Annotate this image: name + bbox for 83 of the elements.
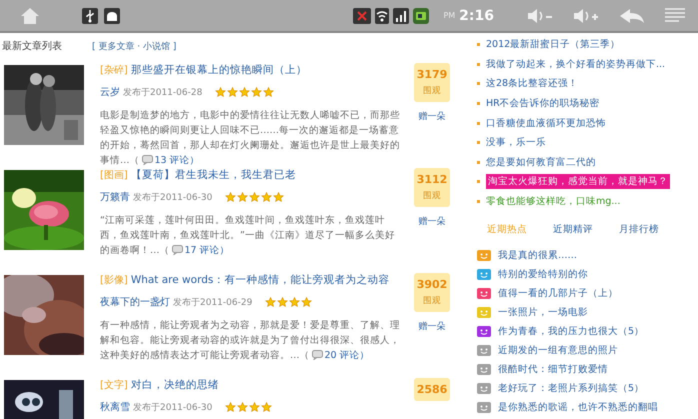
star-icon (249, 402, 260, 412)
star-icon (239, 87, 250, 97)
article-title[interactable]: 那些盛开在银幕上的惊艳瞬间（上） (130, 63, 307, 77)
hot-article-link[interactable]: 特别的爱给特别的你 (498, 268, 588, 282)
sidebar-tab[interactable]: 月排行榜 (619, 223, 659, 236)
star-icon (277, 297, 288, 307)
article-excerpt: 有一种感情，能让旁观者为之动容，那就是爱！爱是尊重、了解、理解和包容。能让旁观者动容的或许就是为了曾付出得很深、很感人，这种美好的感情表达才可能让旁观者动容。…（ 20 评论） (100, 319, 400, 363)
usb-icon (82, 8, 98, 24)
author-link[interactable]: 云岁 (100, 85, 120, 99)
hot-article-link[interactable]: 是你熟悉的歌谣，也许不熟悉的翻唱 (498, 401, 658, 414)
star-icon (289, 297, 300, 307)
volume-up-icon[interactable] (572, 6, 600, 24)
comment-icon (142, 155, 152, 166)
star-icon (225, 402, 236, 412)
star-icon (261, 402, 272, 412)
star-icon (227, 87, 238, 97)
more-link[interactable]: [ 更多文章 · 小说馆 ] (92, 40, 176, 52)
hot-article-link[interactable]: 很酷时代：细节打败爱情 (498, 363, 608, 376)
publish-date: 发布于2011-06-30 (133, 402, 212, 414)
author-link[interactable]: 秋离雪 (100, 400, 130, 414)
gift-link[interactable]: 赠一朵 (418, 215, 446, 228)
hot-article-link[interactable]: 近期发的一组有意思的照片 (498, 344, 618, 358)
signal-icon (393, 8, 410, 24)
view-count: 3112 (416, 173, 448, 186)
clock-suffix: PM (443, 11, 456, 20)
article-link[interactable]: HR不会告诉你的职场秘密 (486, 97, 600, 110)
star-icon (225, 192, 236, 202)
star-icon (215, 87, 226, 97)
star-icon (301, 297, 312, 307)
hot-article-link[interactable]: 作为青春，我的压力也很大（5） (498, 325, 644, 338)
comments-link[interactable]: 20 评论） (324, 350, 370, 361)
view-count: 3902 (416, 278, 448, 291)
star-icon (265, 297, 276, 307)
author-link[interactable]: 夜幕下的一盏灯 (100, 295, 170, 309)
publish-date: 发布于2011-06-29 (173, 296, 252, 308)
article-title[interactable]: 【夏荷】君生我未生，我生君已老 (130, 168, 296, 182)
view-count: 3179 (416, 68, 448, 81)
article-link[interactable]: 您是要如何教育富二代的 (486, 156, 596, 169)
comment-icon (172, 245, 182, 256)
comments-link[interactable]: 13 评论） (154, 155, 200, 166)
author-link[interactable]: 万籁青 (100, 190, 130, 204)
menu-icon[interactable] (664, 6, 686, 24)
view-count-label: 围观 (423, 85, 441, 97)
gift-link[interactable]: 赠一朵 (418, 110, 446, 123)
publish-date: 发布于2011-06-30 (133, 192, 212, 204)
view-count-label: 围观 (423, 190, 441, 202)
home-icon[interactable] (20, 6, 40, 26)
article-link[interactable]: 没事，乐一乐 (486, 136, 546, 150)
comments-link[interactable]: 17 评论） (184, 245, 230, 256)
sidebar-tab[interactable]: 近期精评 (553, 223, 593, 236)
star-icon (251, 87, 262, 97)
article-excerpt: 电影是制造梦的地方，电影中的爱情往往让无数人唏嘘不已，而那些轻盈又惊艳的瞬间则更让人回味不已……每一次的邂逅都是一场蓄意的开始，蓦然回首，那人却在灯火阑珊处。邂逅也许是世上最美好的事情…（ 13 评论） (100, 109, 400, 168)
hot-article-link[interactable]: 老好玩了：老照片系列搞笑（5） (498, 382, 644, 396)
comment-icon (312, 350, 322, 360)
publish-date: 发布于2011-06-28 (123, 86, 202, 98)
star-icon (237, 402, 248, 412)
hot-article-link[interactable]: 值得一看的几部片子（上） (498, 287, 618, 300)
no-signal-icon (353, 8, 372, 24)
view-count-label: 围观 (423, 295, 441, 307)
volume-down-icon[interactable] (526, 6, 554, 24)
star-icon (261, 192, 272, 202)
gift-link[interactable]: 赠一朵 (418, 320, 446, 333)
hot-article-link[interactable]: 我是真的很累…… (498, 249, 577, 262)
back-icon[interactable] (618, 6, 646, 24)
clock: 2:16 (459, 8, 494, 24)
article-link[interactable]: 2012最新甜蜜日子（第三季） (486, 38, 620, 52)
battery-icon (413, 8, 430, 24)
article-title[interactable]: What are words：有一种感情，能让旁观者为之动容 (130, 273, 390, 287)
star-icon (273, 192, 284, 202)
article-link[interactable]: 口香糖使血液循环更加恐怖 (486, 116, 606, 130)
article-link[interactable]: 这28条比整容还强！ (486, 77, 578, 90)
star-icon (263, 87, 274, 97)
section-title: 最新文章列表 (2, 40, 62, 53)
wifi-icon (375, 8, 390, 24)
hot-article-link[interactable]: 一张照片，一场电影 (498, 306, 588, 320)
star-icon (237, 192, 248, 202)
article-title[interactable]: 对白，决绝的思绪 (130, 378, 219, 392)
star-icon (249, 192, 260, 202)
article-excerpt: “江南可采莲，莲叶何田田。鱼戏莲叶间，鱼戏莲叶东，鱼戏莲叶西，鱼戏莲叶南，鱼戏莲叶北。”一曲《江南》道尽了一幅多么美好的画卷啊！…（ 17 评论） (100, 214, 396, 258)
article-link[interactable]: 零食也能够这样吃，口味mg... (486, 195, 620, 208)
article-link[interactable]: 我做了动起来，换个好看的姿势再做下... (486, 58, 666, 71)
view-count: 2586 (416, 383, 448, 396)
article-link[interactable]: 淘宝太火爆狂购，感觉当前，就是神马？ (486, 174, 670, 190)
